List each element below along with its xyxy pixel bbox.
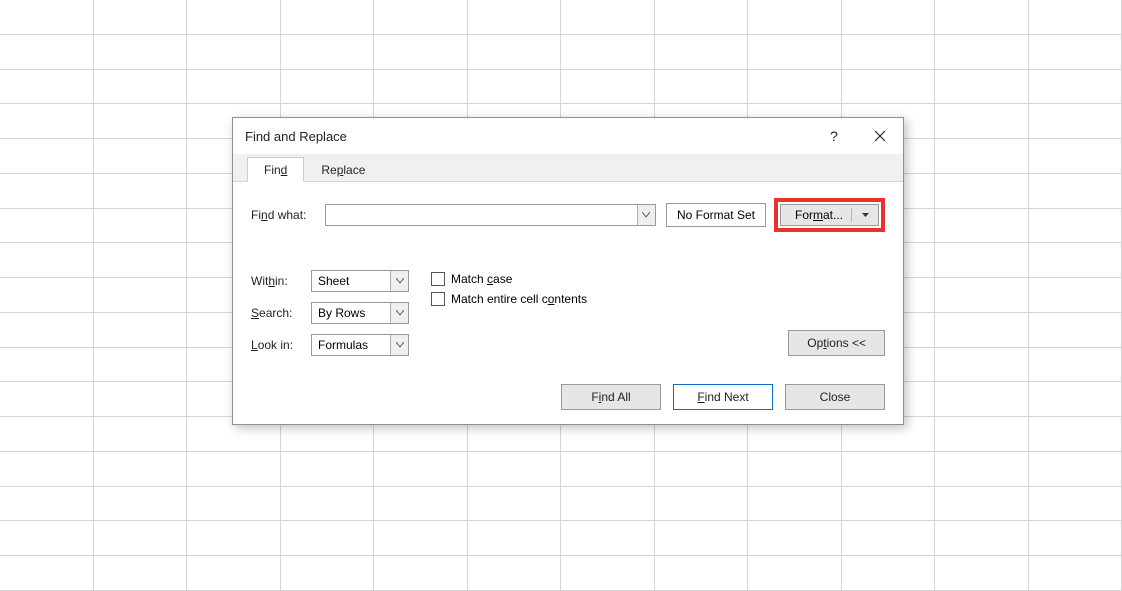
lookin-select[interactable]: Formulas: [311, 334, 409, 356]
chevron-down-icon[interactable]: [390, 335, 408, 355]
chevron-down-icon[interactable]: [390, 303, 408, 323]
match-case-label: Match case: [451, 272, 512, 286]
help-button[interactable]: ?: [811, 118, 857, 154]
chevron-down-icon[interactable]: [390, 271, 408, 291]
checkbox-icon[interactable]: [431, 272, 445, 286]
match-case-checkbox[interactable]: Match case: [431, 272, 587, 286]
checkbox-icon[interactable]: [431, 292, 445, 306]
format-button[interactable]: Format...: [780, 204, 879, 226]
chevron-down-icon[interactable]: [637, 205, 655, 225]
match-entire-label: Match entire cell contents: [451, 292, 587, 306]
tabstrip: Find Replace: [233, 154, 903, 182]
find-what-input[interactable]: [325, 204, 656, 226]
format-preview: No Format Set: [666, 203, 766, 227]
lookin-label: Look in:: [251, 338, 301, 352]
options-button[interactable]: Options <<: [788, 330, 885, 356]
dialog-title: Find and Replace: [245, 129, 811, 144]
search-select[interactable]: By Rows: [311, 302, 409, 324]
close-icon[interactable]: [857, 118, 903, 154]
tab-replace[interactable]: Replace: [304, 157, 382, 181]
chevron-down-icon[interactable]: [860, 213, 870, 218]
format-button-highlight: Format...: [774, 198, 885, 232]
find-replace-dialog: Find and Replace ? Find Replace Find wha…: [232, 117, 904, 425]
find-all-button[interactable]: Find All: [561, 384, 661, 410]
find-next-button[interactable]: Find Next: [673, 384, 773, 410]
within-select[interactable]: Sheet: [311, 270, 409, 292]
search-label: Search:: [251, 306, 301, 320]
tab-find[interactable]: Find: [247, 157, 304, 182]
find-what-label: Find what:: [251, 208, 315, 222]
close-button[interactable]: Close: [785, 384, 885, 410]
titlebar[interactable]: Find and Replace ?: [233, 118, 903, 154]
within-label: Within:: [251, 274, 301, 288]
match-entire-checkbox[interactable]: Match entire cell contents: [431, 292, 587, 306]
